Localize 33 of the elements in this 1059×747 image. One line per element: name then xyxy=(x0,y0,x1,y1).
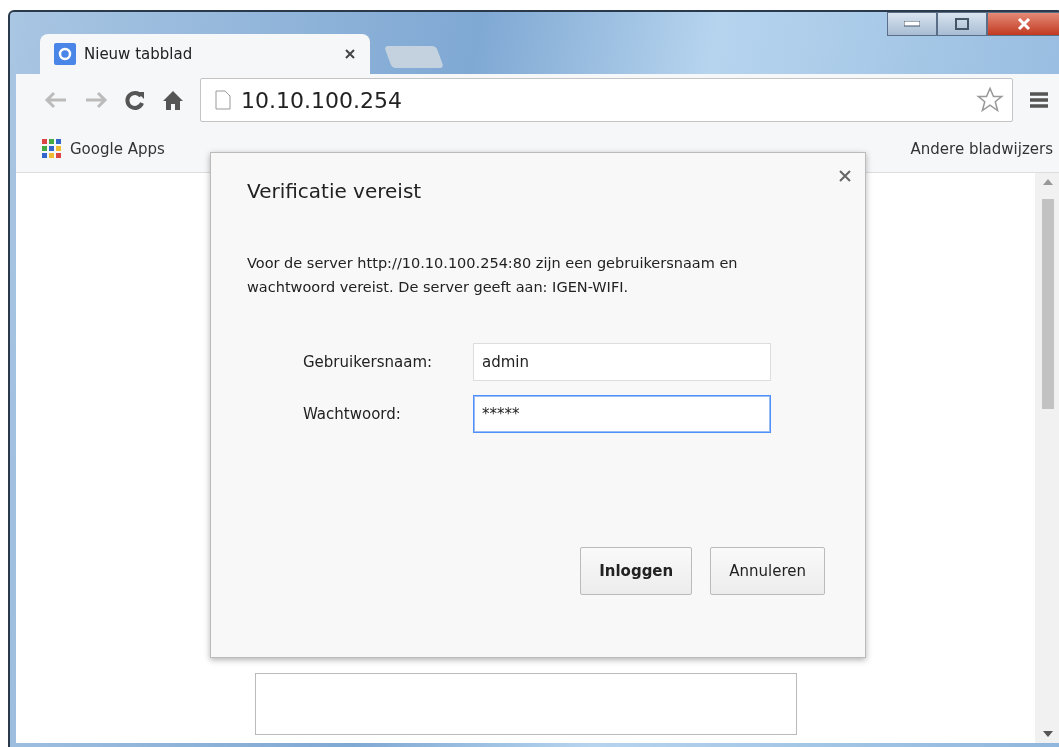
scroll-down-icon xyxy=(1043,731,1053,737)
maximize-button[interactable] xyxy=(937,12,987,36)
bookmark-item[interactable]: Google Apps xyxy=(42,139,165,159)
home-icon[interactable] xyxy=(162,89,184,111)
close-icon[interactable] xyxy=(344,48,356,60)
scroll-up-icon xyxy=(1043,179,1053,185)
maximize-icon xyxy=(955,18,969,30)
url-text: 10.10.100.254 xyxy=(241,87,403,113)
input-field[interactable]: ***** xyxy=(473,395,771,433)
search-field[interactable] xyxy=(255,673,797,735)
star-icon[interactable] xyxy=(976,86,1004,114)
close-icon[interactable] xyxy=(839,170,851,182)
address-bar[interactable]: 10.10.100.254 xyxy=(200,78,1013,122)
apps-grid-icon xyxy=(42,139,62,159)
scrollbar[interactable] xyxy=(1035,173,1059,743)
dialog-message: Voor de server http://10.10.100.254:80 zijn een gebruikersnaam en wachtwoord vereist. De server geeft aan: IGEN-WIFI. xyxy=(247,254,739,297)
minimize-button[interactable] xyxy=(887,12,937,36)
menu-icon[interactable] xyxy=(1029,91,1049,109)
close-button[interactable] xyxy=(987,12,1059,36)
tab-title: Nieuw tabblad xyxy=(84,45,194,63)
minimize-icon xyxy=(904,21,920,27)
browser-tab[interactable]: Nieuw tabblad xyxy=(40,34,370,74)
dialog-title: Verificatie vereist xyxy=(247,179,423,203)
reload-icon[interactable] xyxy=(124,89,146,111)
field-label: Wachtwoord: xyxy=(303,405,402,423)
field-label: Gebruikersnaam: xyxy=(303,353,434,371)
login-button[interactable]: Inloggen xyxy=(580,547,693,595)
scrollbar-thumb[interactable] xyxy=(1042,199,1054,409)
input-field[interactable]: admin xyxy=(473,343,771,381)
cancel-button[interactable]: Annuleren xyxy=(710,547,825,595)
bookmark-item[interactable]: Andere bladwijzers xyxy=(910,140,1053,158)
close-icon xyxy=(1017,17,1031,31)
page-icon xyxy=(215,90,231,110)
